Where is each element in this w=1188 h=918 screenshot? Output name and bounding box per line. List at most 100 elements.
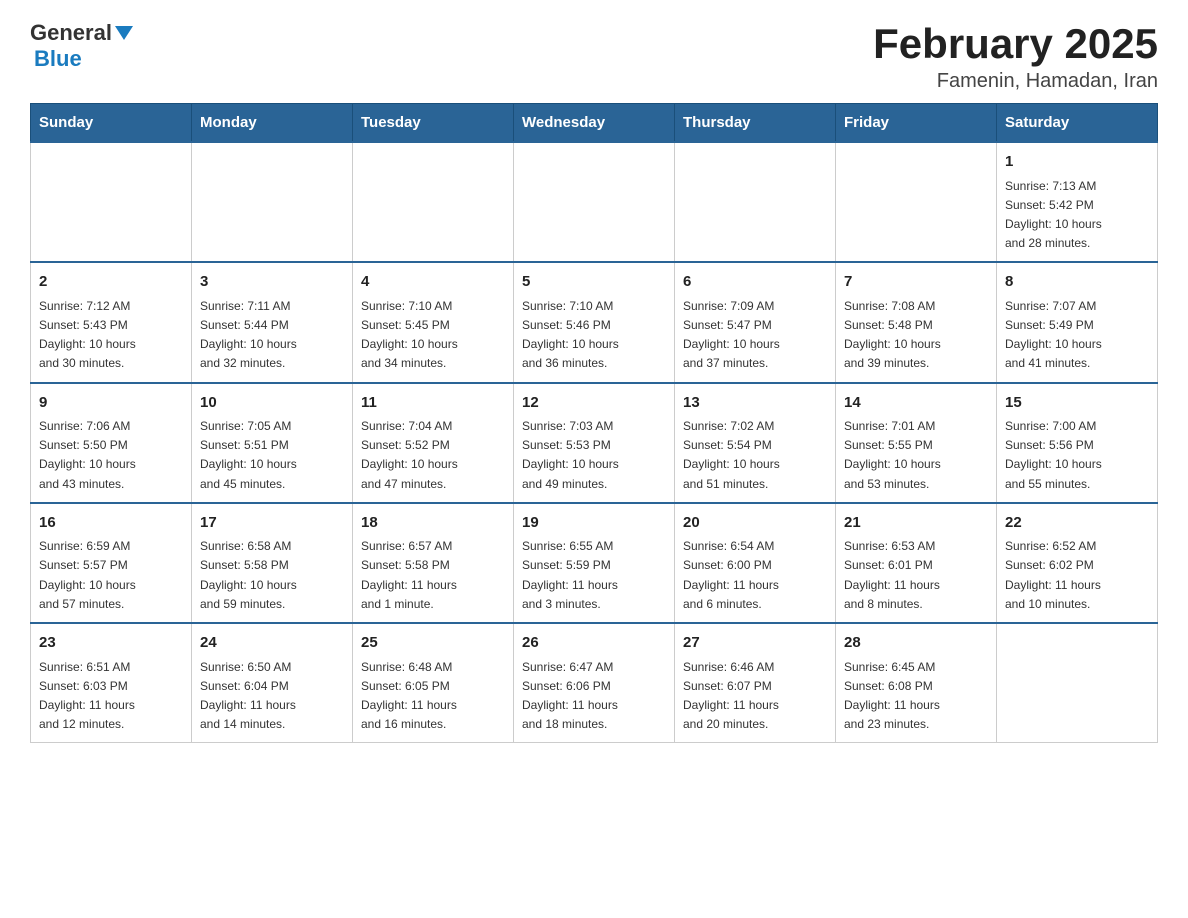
day-number: 13 [683, 392, 827, 415]
calendar-cell [192, 142, 353, 262]
calendar-cell: 2 Sunrise: 7:12 AM Sunset: 5:43 PM Daylig… [31, 262, 192, 382]
calendar-cell: 14Sunrise: 7:01 AM Sunset: 5:55 PM Dayli… [836, 383, 997, 503]
day-info: Sunrise: 6:52 AM Sunset: 6:02 PM Dayligh… [1005, 537, 1149, 614]
day-number: 8 [1005, 271, 1149, 294]
day-number: 7 [844, 271, 988, 294]
calendar-cell: 27 Sunrise: 6:46 AM Sunset: 6:07 PM Dayli… [675, 623, 836, 743]
logo: General Blue [30, 20, 133, 72]
day-number: 26 [522, 632, 666, 655]
day-info: Sunrise: 6:58 AM Sunset: 5:58 PM Dayligh… [200, 537, 344, 614]
day-info: Sunrise: 6:45 AM Sunset: 6:08 PM Dayligh… [844, 658, 988, 735]
day-info: Sunrise: 7:00 AM Sunset: 5:56 PM Dayligh… [1005, 417, 1149, 494]
calendar-cell [353, 142, 514, 262]
logo-general-text: General [30, 20, 112, 46]
title-block: February 2025 Famenin, Hamadan, Iran [873, 20, 1158, 93]
calendar-cell: 9Sunrise: 7:06 AM Sunset: 5:50 PM Daylig… [31, 383, 192, 503]
day-number: 4 [361, 271, 505, 294]
day-info: Sunrise: 7:06 AM Sunset: 5:50 PM Dayligh… [39, 417, 183, 494]
day-info: Sunrise: 7:12 AM Sunset: 5:43 PM Dayligh… [39, 297, 183, 374]
calendar-cell: 10Sunrise: 7:05 AM Sunset: 5:51 PM Dayli… [192, 383, 353, 503]
day-number: 9 [39, 392, 183, 415]
day-info: Sunrise: 7:03 AM Sunset: 5:53 PM Dayligh… [522, 417, 666, 494]
day-number: 22 [1005, 512, 1149, 535]
calendar-row-0: 1 Sunrise: 7:13 AM Sunset: 5:42 PM Daylig… [31, 142, 1158, 262]
day-info: Sunrise: 6:51 AM Sunset: 6:03 PM Dayligh… [39, 658, 183, 735]
calendar-cell: 20Sunrise: 6:54 AM Sunset: 6:00 PM Dayli… [675, 503, 836, 623]
calendar-cell: 15Sunrise: 7:00 AM Sunset: 5:56 PM Dayli… [997, 383, 1158, 503]
page-title: February 2025 [873, 20, 1158, 68]
calendar-cell: 22Sunrise: 6:52 AM Sunset: 6:02 PM Dayli… [997, 503, 1158, 623]
day-number: 15 [1005, 392, 1149, 415]
calendar-cell: 5 Sunrise: 7:10 AM Sunset: 5:46 PM Daylig… [514, 262, 675, 382]
day-number: 17 [200, 512, 344, 535]
calendar-cell: 16Sunrise: 6:59 AM Sunset: 5:57 PM Dayli… [31, 503, 192, 623]
calendar-row-4: 23 Sunrise: 6:51 AM Sunset: 6:03 PM Dayli… [31, 623, 1158, 743]
day-number: 2 [39, 271, 183, 294]
day-info: Sunrise: 7:11 AM Sunset: 5:44 PM Dayligh… [200, 297, 344, 374]
logo-arrow-icon [115, 26, 133, 45]
day-info: Sunrise: 6:59 AM Sunset: 5:57 PM Dayligh… [39, 537, 183, 614]
day-number: 5 [522, 271, 666, 294]
day-number: 12 [522, 392, 666, 415]
weekday-header-thursday: Thursday [675, 104, 836, 143]
day-info: Sunrise: 7:05 AM Sunset: 5:51 PM Dayligh… [200, 417, 344, 494]
day-number: 1 [1005, 151, 1149, 174]
calendar-cell: 26 Sunrise: 6:47 AM Sunset: 6:06 PM Dayli… [514, 623, 675, 743]
day-number: 20 [683, 512, 827, 535]
day-number: 24 [200, 632, 344, 655]
day-info: Sunrise: 7:02 AM Sunset: 5:54 PM Dayligh… [683, 417, 827, 494]
weekday-header-saturday: Saturday [997, 104, 1158, 143]
weekday-header-monday: Monday [192, 104, 353, 143]
day-number: 23 [39, 632, 183, 655]
calendar-cell: 18Sunrise: 6:57 AM Sunset: 5:58 PM Dayli… [353, 503, 514, 623]
calendar-cell [31, 142, 192, 262]
day-info: Sunrise: 7:10 AM Sunset: 5:45 PM Dayligh… [361, 297, 505, 374]
calendar-cell: 11Sunrise: 7:04 AM Sunset: 5:52 PM Dayli… [353, 383, 514, 503]
day-number: 19 [522, 512, 666, 535]
calendar-row-2: 9Sunrise: 7:06 AM Sunset: 5:50 PM Daylig… [31, 383, 1158, 503]
calendar-cell: 25Sunrise: 6:48 AM Sunset: 6:05 PM Dayli… [353, 623, 514, 743]
day-info: Sunrise: 7:09 AM Sunset: 5:47 PM Dayligh… [683, 297, 827, 374]
day-info: Sunrise: 6:46 AM Sunset: 6:07 PM Dayligh… [683, 658, 827, 735]
day-info: Sunrise: 7:07 AM Sunset: 5:49 PM Dayligh… [1005, 297, 1149, 374]
calendar-cell: 12Sunrise: 7:03 AM Sunset: 5:53 PM Dayli… [514, 383, 675, 503]
day-number: 25 [361, 632, 505, 655]
day-number: 16 [39, 512, 183, 535]
day-number: 6 [683, 271, 827, 294]
day-number: 18 [361, 512, 505, 535]
calendar-cell: 7Sunrise: 7:08 AM Sunset: 5:48 PM Daylig… [836, 262, 997, 382]
calendar-cell: 3 Sunrise: 7:11 AM Sunset: 5:44 PM Daylig… [192, 262, 353, 382]
day-info: Sunrise: 7:13 AM Sunset: 5:42 PM Dayligh… [1005, 177, 1149, 254]
weekday-header-friday: Friday [836, 104, 997, 143]
calendar-row-1: 2 Sunrise: 7:12 AM Sunset: 5:43 PM Daylig… [31, 262, 1158, 382]
weekday-header-tuesday: Tuesday [353, 104, 514, 143]
day-info: Sunrise: 7:04 AM Sunset: 5:52 PM Dayligh… [361, 417, 505, 494]
calendar-cell: 8 Sunrise: 7:07 AM Sunset: 5:49 PM Daylig… [997, 262, 1158, 382]
day-info: Sunrise: 6:55 AM Sunset: 5:59 PM Dayligh… [522, 537, 666, 614]
calendar-cell: 23 Sunrise: 6:51 AM Sunset: 6:03 PM Dayli… [31, 623, 192, 743]
calendar-cell: 6 Sunrise: 7:09 AM Sunset: 5:47 PM Daylig… [675, 262, 836, 382]
day-number: 21 [844, 512, 988, 535]
page-subtitle: Famenin, Hamadan, Iran [873, 70, 1158, 93]
calendar-cell: 1 Sunrise: 7:13 AM Sunset: 5:42 PM Daylig… [997, 142, 1158, 262]
logo-blue-text: Blue [34, 46, 82, 71]
day-number: 27 [683, 632, 827, 655]
day-number: 3 [200, 271, 344, 294]
calendar-cell: 24Sunrise: 6:50 AM Sunset: 6:04 PM Dayli… [192, 623, 353, 743]
calendar-cell: 4 Sunrise: 7:10 AM Sunset: 5:45 PM Daylig… [353, 262, 514, 382]
calendar-cell: 21Sunrise: 6:53 AM Sunset: 6:01 PM Dayli… [836, 503, 997, 623]
day-info: Sunrise: 6:57 AM Sunset: 5:58 PM Dayligh… [361, 537, 505, 614]
calendar-row-3: 16Sunrise: 6:59 AM Sunset: 5:57 PM Dayli… [31, 503, 1158, 623]
day-info: Sunrise: 6:47 AM Sunset: 6:06 PM Dayligh… [522, 658, 666, 735]
page-header: General Blue February 2025 Famenin, Hama… [30, 20, 1158, 93]
day-number: 10 [200, 392, 344, 415]
day-info: Sunrise: 7:10 AM Sunset: 5:46 PM Dayligh… [522, 297, 666, 374]
weekday-header-sunday: Sunday [31, 104, 192, 143]
calendar-cell: 19Sunrise: 6:55 AM Sunset: 5:59 PM Dayli… [514, 503, 675, 623]
weekday-header-row: SundayMondayTuesdayWednesdayThursdayFrid… [31, 104, 1158, 143]
weekday-header-wednesday: Wednesday [514, 104, 675, 143]
calendar-cell [675, 142, 836, 262]
calendar-cell: 28Sunrise: 6:45 AM Sunset: 6:08 PM Dayli… [836, 623, 997, 743]
calendar-cell [514, 142, 675, 262]
calendar-cell: 13Sunrise: 7:02 AM Sunset: 5:54 PM Dayli… [675, 383, 836, 503]
